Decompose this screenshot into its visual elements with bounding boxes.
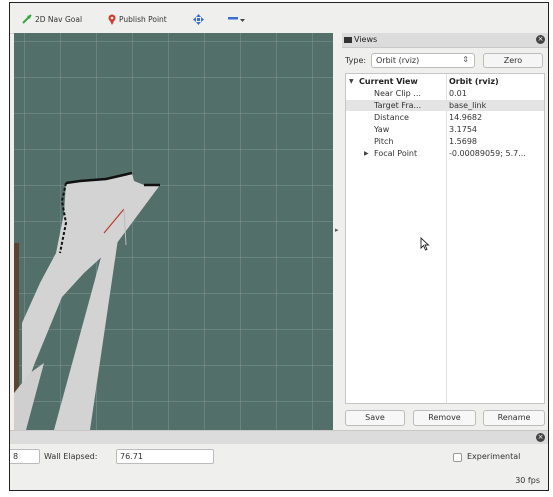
property-row[interactable]: Distance 14.9682: [346, 112, 544, 123]
rviz-window: 2D Nav Goal Publish Point ▸ Views × Type…: [9, 2, 549, 491]
status-bar: 30 fps: [10, 470, 548, 490]
move-camera-tool[interactable]: [193, 12, 204, 26]
publish-point-tool[interactable]: Publish Point: [108, 12, 167, 26]
property-value: 14.9682: [449, 113, 483, 122]
property-row[interactable]: Yaw 3.1754: [346, 124, 544, 135]
property-name: Distance: [374, 113, 409, 122]
nav-goal-label: 2D Nav Goal: [35, 14, 83, 24]
time-panel-header: ×: [10, 430, 548, 444]
property-name: Pitch: [374, 137, 394, 146]
map-pin-icon: [108, 14, 116, 25]
minus-dropdown-icon: [228, 17, 245, 22]
wall-elapsed-label: Wall Elapsed:: [44, 452, 98, 461]
nav-goal-arrow-icon: [22, 14, 32, 24]
rename-button[interactable]: Rename: [483, 410, 545, 426]
views-panel: Views × Type: Orbit (rviz) ⇕ Zero ▼ Curr…: [342, 33, 548, 430]
panel-splitter[interactable]: ▸: [333, 33, 342, 430]
nav-goal-tool[interactable]: 2D Nav Goal: [22, 12, 82, 26]
current-view-value: Orbit (rviz): [449, 77, 499, 86]
property-value: -0.00089059; 5.7...: [449, 149, 526, 158]
publish-point-label: Publish Point: [119, 14, 167, 24]
current-view-row[interactable]: ▼ Current View Orbit (rviz): [346, 76, 544, 87]
remove-button[interactable]: Remove: [413, 410, 476, 426]
property-value: 0.01: [449, 89, 467, 98]
property-row-focal-point[interactable]: ▶ Focal Point -0.00089059; 5.7...: [346, 148, 544, 159]
fps-counter: 30 fps: [515, 476, 540, 485]
save-button[interactable]: Save: [345, 410, 405, 426]
views-panel-title: Views: [354, 35, 378, 44]
view-type-select[interactable]: Orbit (rviz) ⇕: [371, 53, 475, 68]
close-time-panel-icon[interactable]: ×: [536, 433, 545, 442]
zero-button[interactable]: Zero: [483, 53, 543, 68]
view-properties-tree: ▼ Current View Orbit (rviz) Near Clip ..…: [345, 73, 545, 404]
toolbar: 2D Nav Goal Publish Point: [10, 3, 548, 34]
spin-arrows-icon: ⇕: [462, 55, 469, 64]
property-name: Target Fra...: [374, 101, 422, 110]
current-view-label: Current View: [359, 77, 418, 86]
property-row[interactable]: Target Fra... base_link: [346, 100, 544, 111]
collapse-arrow-icon[interactable]: ▸: [335, 226, 339, 234]
tool-dropdown[interactable]: [228, 12, 246, 26]
property-row[interactable]: Pitch 1.5698: [346, 136, 544, 147]
property-value: base_link: [449, 101, 487, 110]
property-value: 1.5698: [449, 137, 477, 146]
wall-elapsed-value: 76.71: [120, 452, 143, 461]
render-view[interactable]: [14, 33, 333, 430]
expand-down-icon[interactable]: ▼: [349, 78, 354, 85]
view-type-value: Orbit (rviz): [376, 56, 420, 65]
property-name: Focal Point: [374, 149, 418, 158]
property-value: 3.1754: [449, 125, 477, 134]
camera-icon: [344, 37, 352, 43]
property-name: Near Clip ...: [374, 89, 421, 98]
property-row[interactable]: Near Clip ... 0.01: [346, 88, 544, 99]
close-panel-icon[interactable]: ×: [536, 35, 545, 44]
expand-right-icon[interactable]: ▶: [364, 150, 369, 157]
experimental-label: Experimental: [467, 452, 521, 461]
experimental-checkbox[interactable]: [453, 453, 462, 462]
views-button-row: Save Remove Rename: [342, 410, 548, 427]
ros-elapsed-value: 8: [13, 452, 19, 461]
move-camera-icon: [193, 13, 204, 25]
time-panel: 8 Wall Elapsed: 76.71 Experimental: [10, 444, 548, 470]
mouse-cursor-icon: [420, 237, 430, 251]
view-type-row: Type: Orbit (rviz) ⇕ Zero: [342, 52, 548, 70]
wall-elapsed-field[interactable]: 76.71: [116, 449, 214, 464]
property-name: Yaw: [374, 125, 390, 134]
grid-map-canvas[interactable]: [14, 33, 333, 430]
views-panel-title-bar: Views ×: [342, 33, 548, 48]
ros-elapsed-field[interactable]: 8: [10, 449, 40, 464]
type-label: Type:: [345, 56, 367, 65]
